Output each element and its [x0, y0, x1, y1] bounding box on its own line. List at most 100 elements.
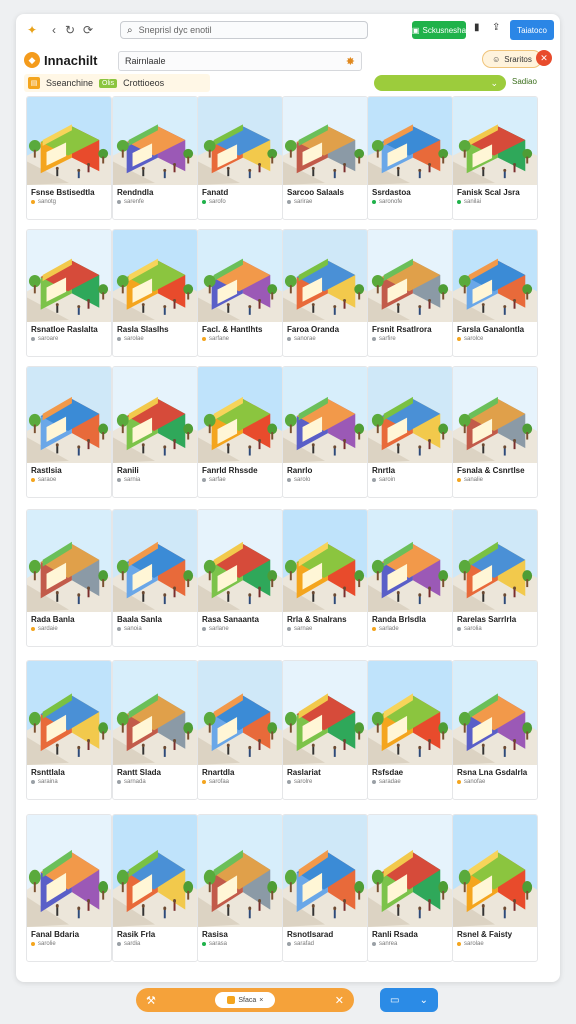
status-dot-icon [457, 478, 461, 482]
shop-thumbnail[interactable] [27, 510, 111, 612]
shop-card[interactable]: Ssrdastoa saronofe [367, 96, 453, 220]
shop-card[interactable]: Fanatd sarofo [197, 96, 283, 220]
shop-thumbnail[interactable] [283, 815, 367, 927]
shop-thumbnail[interactable] [368, 230, 452, 322]
share-icon[interactable]: ⇪ [492, 22, 500, 33]
shop-card[interactable]: Sarcoo Salaals sarirae [282, 96, 368, 220]
shop-card[interactable]: Farsla Ganalontla sarolce [452, 229, 538, 357]
shop-thumbnail[interactable] [368, 510, 452, 612]
shop-meta-text: sarfire [379, 336, 396, 342]
hammer-icon[interactable]: ⚒ [146, 994, 156, 1007]
progress-toggle[interactable]: ⌄ [374, 75, 506, 91]
shop-card[interactable]: Raslariat sarolre [282, 660, 368, 800]
shop-thumbnail[interactable] [453, 367, 537, 463]
shop-card[interactable]: Rsnel & Faisty sarolae [452, 814, 538, 962]
shop-card[interactable]: Rrla & Snalrans sarnae [282, 509, 368, 647]
category-filter[interactable]: ▤ Sseanchine Olis Crottioeos [24, 74, 210, 92]
shop-title: Rrla & Snalrans [287, 615, 347, 624]
shop-card[interactable]: Baala Sanla sanoia [112, 509, 198, 647]
shop-thumbnail[interactable] [283, 661, 367, 765]
bookmark-icon[interactable]: ▮ [474, 22, 480, 33]
green-action-button[interactable]: ▣ Sckusnesha [412, 21, 466, 39]
shop-thumbnail[interactable] [453, 230, 537, 322]
back-icon[interactable]: ‹ [46, 22, 62, 38]
shop-thumbnail[interactable] [453, 661, 537, 765]
shop-card[interactable]: Fanrld Rhssde sarfae [197, 366, 283, 498]
shop-thumbnail[interactable] [453, 510, 537, 612]
shop-thumbnail[interactable] [27, 230, 111, 322]
shop-title: Sarcoo Salaals [287, 188, 344, 197]
shop-thumbnail[interactable] [283, 97, 367, 185]
shop-card[interactable]: Rasla Slaslhs sarolae [112, 229, 198, 357]
shop-thumbnail[interactable] [113, 97, 197, 185]
shop-thumbnail[interactable] [113, 230, 197, 322]
shop-card[interactable]: Rantt Slada sarnada [112, 660, 198, 800]
status-dot-icon [202, 200, 206, 204]
bottom-pill[interactable]: Sfaca × [215, 992, 276, 1008]
shop-meta: sarolae [453, 939, 537, 947]
shop-thumbnail[interactable] [198, 510, 282, 612]
refresh-icon[interactable]: ⟳ [80, 22, 96, 38]
shop-meta-text: sarolia [464, 626, 482, 632]
shop-thumbnail[interactable] [283, 230, 367, 322]
shop-thumbnail[interactable] [368, 97, 452, 185]
shop-thumbnail[interactable] [27, 367, 111, 463]
shop-thumbnail[interactable] [113, 661, 197, 765]
shop-thumbnail[interactable] [368, 815, 452, 927]
shop-thumbnail[interactable] [113, 367, 197, 463]
search-input[interactable]: ⌕ Sneprisl dyc enotil [120, 21, 368, 39]
shop-card[interactable]: Rarelas Sarrlrla sarolia [452, 509, 538, 647]
shop-thumbnail[interactable] [113, 815, 197, 927]
shop-thumbnail[interactable] [27, 97, 111, 185]
shop-thumbnail[interactable] [368, 367, 452, 463]
bottom-blue-bar[interactable]: ▭ ⌄ [380, 988, 438, 1012]
shop-card[interactable]: Rsnttlala saraina [26, 660, 112, 800]
reload-icon[interactable]: ↻ [62, 22, 78, 38]
close-icon[interactable]: ✕ [536, 50, 552, 66]
shop-card[interactable]: Fanisk Scal Jsra sanilai [452, 96, 538, 220]
shop-card[interactable]: Ranli Rsada sanrea [367, 814, 453, 962]
shop-meta-text: sarolae [124, 336, 144, 342]
shop-thumbnail[interactable] [368, 661, 452, 765]
shop-thumbnail[interactable] [198, 661, 282, 765]
shop-thumbnail[interactable] [27, 661, 111, 765]
shop-thumbnail[interactable] [113, 510, 197, 612]
shop-thumbnail[interactable] [283, 367, 367, 463]
shop-thumbnail[interactable] [283, 510, 367, 612]
user-pill[interactable]: ☺ Sraritos [482, 50, 542, 68]
shop-thumbnail[interactable] [27, 815, 111, 927]
shop-card[interactable]: Fsnse Bstisedtla sanotg [26, 96, 112, 220]
shop-card[interactable]: Fanal Bdaria sarolie [26, 814, 112, 962]
shop-card[interactable]: Randa Brlsdla sarlade [367, 509, 453, 647]
shop-card[interactable]: Rnrtla saroin [367, 366, 453, 498]
shop-card[interactable]: Rsnotlsarad sarafad [282, 814, 368, 962]
shop-card[interactable]: Rsna Lna Gsdalrla sanofae [452, 660, 538, 800]
shop-thumbnail[interactable] [453, 815, 537, 927]
shop-card[interactable]: Rsfsdae saradae [367, 660, 453, 800]
chevron-down-icon: ⌄ [490, 77, 498, 88]
shop-card[interactable]: Rnartdla sarofaa [197, 660, 283, 800]
shop-card[interactable]: Rasisa sarasa [197, 814, 283, 962]
shop-card[interactable]: Facl. & Hantlhts sarfane [197, 229, 283, 357]
shop-card[interactable]: Faroa Oranda sanorae [282, 229, 368, 357]
shop-thumbnail[interactable] [453, 97, 537, 185]
shop-card[interactable]: Ranili sarnia [112, 366, 198, 498]
shop-thumbnail[interactable] [198, 815, 282, 927]
blue-action-button[interactable]: Taiatoco [510, 20, 554, 40]
shop-thumbnail[interactable] [198, 367, 282, 463]
location-field[interactable]: Rairnlaale ✸ [118, 51, 362, 71]
shop-card[interactable]: Rada Banla sardaie [26, 509, 112, 647]
close-x-icon[interactable]: ✕ [335, 994, 344, 1007]
bottom-orange-bar[interactable]: ⚒ Sfaca × ✕ [136, 988, 354, 1012]
shop-card[interactable]: Rsnatloe Raslalta saroare [26, 229, 112, 357]
shop-thumbnail[interactable] [198, 97, 282, 185]
shop-card[interactable]: Frsnit Rsatlrora sarfire [367, 229, 453, 357]
shop-card[interactable]: Rendndla sarenfe [112, 96, 198, 220]
shop-thumbnail[interactable] [198, 230, 282, 322]
shop-card[interactable]: Rastlsia saraoe [26, 366, 112, 498]
shop-card[interactable]: Rasik Frla sardia [112, 814, 198, 962]
shop-card[interactable]: Fsnala & Csnrtlse sanalie [452, 366, 538, 498]
shop-card[interactable]: Ranrlo sarolo [282, 366, 368, 498]
close-icon[interactable]: × [259, 997, 263, 1004]
shop-card[interactable]: Rasa Sanaanta sarlane [197, 509, 283, 647]
